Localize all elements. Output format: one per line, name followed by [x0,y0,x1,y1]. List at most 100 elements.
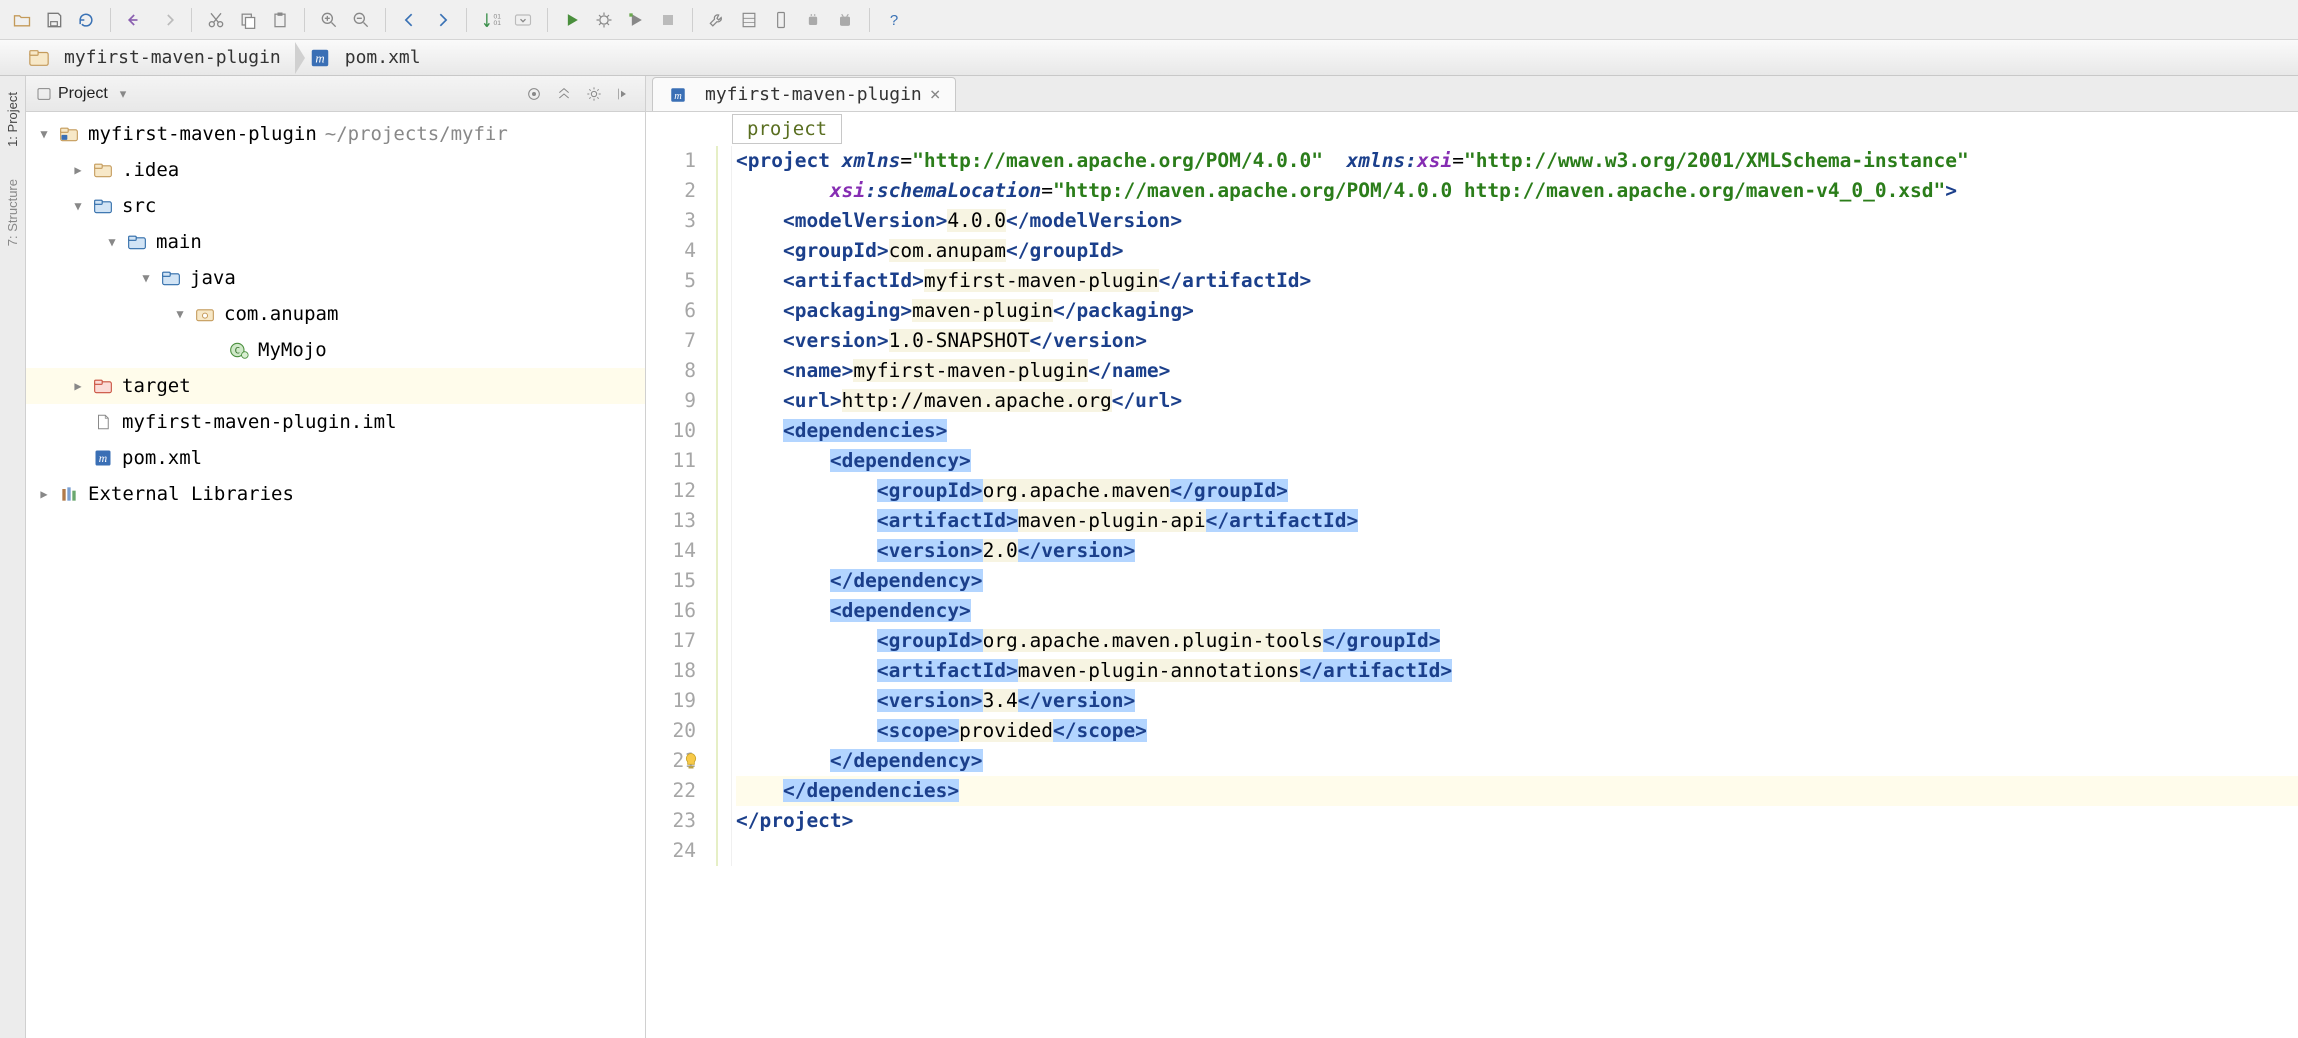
refresh-button[interactable] [72,6,100,34]
twisty-icon[interactable]: ▶ [70,379,86,393]
zoom-out-button[interactable] [347,6,375,34]
code-line-5[interactable]: <artifactId>myfirst-maven-plugin</artifa… [736,266,2298,296]
wrench-button[interactable] [703,6,731,34]
code-line-1[interactable]: <project xmlns="http://maven.apache.org/… [736,146,2298,176]
twisty-icon[interactable]: ▼ [172,307,188,321]
tree-item-pom-xml[interactable]: mpom.xml [26,440,645,476]
svg-text:01: 01 [494,20,502,27]
tool-window-stripe: 1: Project 7: Structure [0,76,26,1038]
editor-tab-pom[interactable]: m myfirst-maven-plugin × [652,77,956,111]
code-line-11[interactable]: <dependency> [736,446,2298,476]
line-gutter: 123456789101112131415161718192021222324 [646,146,710,1038]
db-button[interactable] [735,6,763,34]
help-button[interactable]: ? [880,6,908,34]
twisty-icon[interactable]: ▼ [36,127,52,141]
stop-button[interactable] [654,6,682,34]
project-tree[interactable]: ▼myfirst-maven-plugin~/projects/myfir▶.i… [26,112,645,1038]
code-line-14[interactable]: <version>2.0</version> [736,536,2298,566]
project-folder-icon [58,123,80,145]
tree-item-label: target [122,375,191,397]
toolbar-separator [191,8,192,32]
code-line-12[interactable]: <groupId>org.apache.maven</groupId> [736,476,2298,506]
editor-crumb-bar: project [646,112,2298,146]
save-button[interactable] [40,6,68,34]
code-line-23[interactable]: </project> [736,806,2298,836]
code-line-13[interactable]: <artifactId>maven-plugin-api</artifactId… [736,506,2298,536]
twisty-icon[interactable]: ▼ [138,271,154,285]
tree-item--idea[interactable]: ▶.idea [26,152,645,188]
code-line-3[interactable]: <modelVersion>4.0.0</modelVersion> [736,206,2298,236]
xml-crumb-project[interactable]: project [732,114,842,144]
tree-item-label: java [190,267,236,289]
tree-item-target[interactable]: ▶ target [26,368,645,404]
tool-tab-structure[interactable]: 7: Structure [3,173,22,252]
android-sm-button[interactable] [799,6,827,34]
copy-button[interactable] [234,6,262,34]
code-line-2[interactable]: xsi:schemaLocation="http://maven.apache.… [736,176,2298,206]
breadcrumb-project[interactable]: myfirst-maven-plugin [14,40,295,75]
tree-item-myfirst-maven-plugin[interactable]: ▼myfirst-maven-plugin~/projects/myfir [26,116,645,152]
forward-button[interactable] [428,6,456,34]
code-line-17[interactable]: <groupId>org.apache.maven.plugin-tools</… [736,626,2298,656]
editor[interactable]: 123456789101112131415161718192021222324 … [646,146,2298,1038]
back-button[interactable] [396,6,424,34]
sort-button[interactable]: 0101 [477,6,505,34]
code-line-22[interactable]: </dependencies> [736,776,2298,806]
code-line-7[interactable]: <version>1.0-SNAPSHOT</version> [736,326,2298,356]
tool-tab-project[interactable]: 1: Project [3,86,22,153]
code-line-9[interactable]: <url>http://maven.apache.org</url> [736,386,2298,416]
code-line-4[interactable]: <groupId>com.anupam</groupId> [736,236,2298,266]
code-line-21[interactable]: </dependency> [736,746,2298,776]
twisty-icon[interactable]: ▶ [70,163,86,177]
phone-v-button[interactable] [767,6,795,34]
chevron-down-icon[interactable]: ▾ [120,86,127,102]
tree-item-main[interactable]: ▼ main [26,224,645,260]
code-line-24[interactable] [736,836,2298,866]
tree-item-src[interactable]: ▼src [26,188,645,224]
paste-button[interactable] [266,6,294,34]
gear-icon[interactable] [583,83,605,105]
toolbar-separator [385,8,386,32]
twisty-icon[interactable]: ▼ [70,199,86,213]
main-area: 1: Project 7: Structure Project ▾ ▼myfir… [0,76,2298,1038]
code-line-10[interactable]: <dependencies> [736,416,2298,446]
tree-item-com-anupam[interactable]: ▼com.anupam [26,296,645,332]
twisty-icon[interactable]: ▼ [104,235,120,249]
android-button[interactable] [831,6,859,34]
zoom-in-button[interactable] [315,6,343,34]
tree-item-label: main [156,231,202,253]
code-line-20[interactable]: <scope>provided</scope> [736,716,2298,746]
hide-panel-icon[interactable] [613,83,635,105]
code-line-16[interactable]: <dependency> [736,596,2298,626]
tree-item-mymojo[interactable]: CMyMojo [26,332,645,368]
redo-button[interactable] [153,6,181,34]
intention-bulb-icon[interactable] [680,750,702,772]
dropdown-button[interactable] [509,6,537,34]
cut-button[interactable] [202,6,230,34]
breadcrumb-file[interactable]: m pom.xml [295,40,435,75]
toolbar-separator [304,8,305,32]
svg-text:m: m [99,452,107,465]
open-folder-button[interactable] [8,6,36,34]
svg-text:m: m [315,51,324,65]
code-line-18[interactable]: <artifactId>maven-plugin-annotations</ar… [736,656,2298,686]
tree-item-java[interactable]: ▼ java [26,260,645,296]
undo-button[interactable] [121,6,149,34]
fold-column[interactable] [710,146,732,866]
code-content[interactable]: <project xmlns="http://maven.apache.org/… [732,146,2298,1038]
scroll-to-target-icon[interactable] [523,83,545,105]
close-tab-icon[interactable]: × [930,84,941,105]
tree-item-label: External Libraries [88,483,294,505]
tree-item-myfirst-maven-plugin-iml[interactable]: myfirst-maven-plugin.iml [26,404,645,440]
collapse-all-icon[interactable] [553,83,575,105]
run-button[interactable] [558,6,586,34]
debug-button[interactable] [590,6,618,34]
code-line-8[interactable]: <name>myfirst-maven-plugin</name> [736,356,2298,386]
twisty-icon[interactable]: ▶ [36,487,52,501]
code-line-6[interactable]: <packaging>maven-plugin</packaging> [736,296,2298,326]
coverage-button[interactable] [622,6,650,34]
folder-red-icon [92,375,114,397]
code-line-19[interactable]: <version>3.4</version> [736,686,2298,716]
tree-item-external-libraries[interactable]: ▶ External Libraries [26,476,645,512]
code-line-15[interactable]: </dependency> [736,566,2298,596]
